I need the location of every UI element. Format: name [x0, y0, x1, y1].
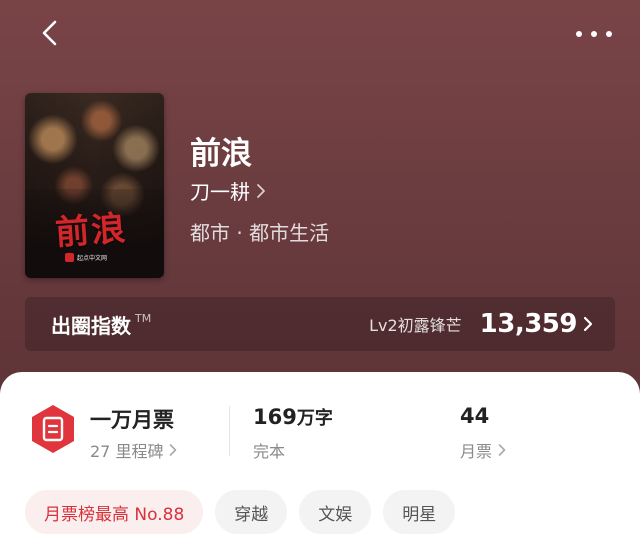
author-link[interactable]: 刀一耕 — [190, 176, 266, 205]
more-button[interactable] — [576, 20, 612, 48]
chevron-left-icon — [42, 20, 57, 46]
divider — [229, 406, 230, 456]
publisher-logo: 起点中文网 — [65, 253, 107, 262]
influence-level: Lv2初露锋芒 — [369, 316, 462, 335]
completion-status: 完本 — [253, 442, 286, 461]
trademark-mark: TM — [135, 311, 152, 325]
tag-chip[interactable]: 文娱 — [299, 490, 372, 534]
monthly-votes-link[interactable]: 月票 — [460, 438, 506, 462]
milestone-title: 一万月票 — [90, 408, 174, 432]
word-count-unit: 万字 — [296, 408, 333, 429]
more-dots-icon — [576, 31, 582, 37]
chevron-right-icon — [257, 183, 265, 198]
tag-chip[interactable]: 穿越 — [215, 490, 288, 534]
word-count: 169万字 — [253, 404, 333, 430]
tag-ranking[interactable]: 月票榜最高 No.88 — [25, 490, 204, 534]
chevron-right-icon — [170, 444, 177, 456]
book-genre: 都市 · 都市生活 — [190, 221, 330, 245]
book-cover[interactable]: 前浪 起点中文网 — [25, 93, 164, 278]
back-button[interactable] — [32, 16, 66, 50]
cover-title: 前浪 — [53, 208, 129, 254]
tag-list: 月票榜最高 No.88 穿越 文娱 明星 — [25, 490, 456, 534]
influence-index-bar[interactable]: 出圈指数 TM Lv2初露锋芒 13,359 — [25, 297, 615, 351]
monthly-ticket-icon — [32, 405, 74, 453]
tag-chip[interactable]: 明星 — [383, 490, 456, 534]
stats-panel: 一万月票 27 里程碑 169万字 完本 44 月票 月票榜最高 No.88 穿… — [0, 372, 640, 555]
monthly-votes-count: 44 — [460, 404, 490, 428]
monthly-votes-label: 月票 — [460, 442, 493, 461]
milestone-link[interactable]: 27 里程碑 — [90, 438, 177, 462]
milestone-sub: 27 里程碑 — [90, 442, 164, 461]
chevron-right-icon — [498, 444, 506, 456]
book-title: 前浪 — [190, 136, 252, 172]
influence-value: 13,359 — [479, 309, 578, 339]
book-header: 前浪 起点中文网 前浪 刀一耕 都市 · 都市生活 出圈指数 TM Lv2初露锋… — [0, 0, 640, 400]
influence-label: 出圈指数 — [51, 313, 131, 338]
word-count-number: 169 — [253, 405, 297, 429]
author-name: 刀一耕 — [190, 180, 250, 204]
chevron-right-icon — [583, 316, 593, 332]
